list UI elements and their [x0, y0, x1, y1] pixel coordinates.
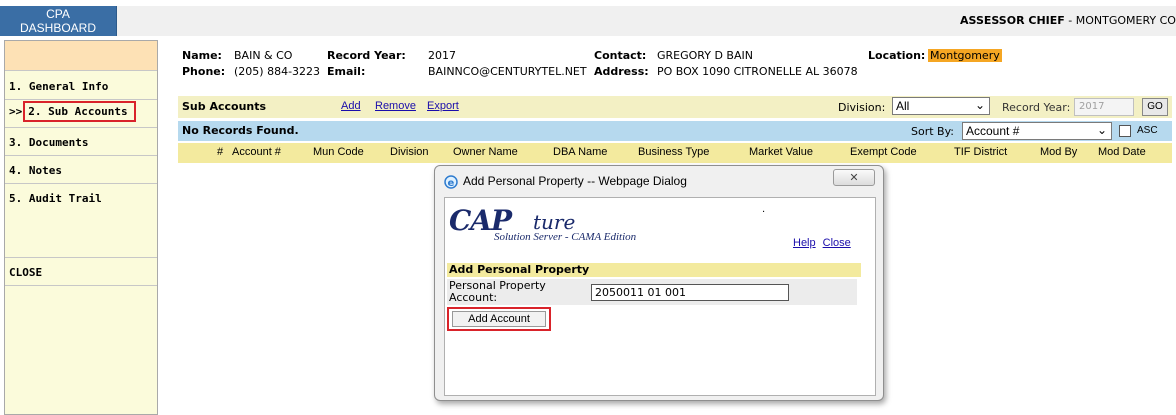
- sidebar-item-sub-accounts[interactable]: >> 2. Sub Accounts: [5, 100, 157, 128]
- record-year-label: Record Year:: [327, 49, 406, 62]
- contact-value: GREGORY D BAIN: [657, 49, 753, 62]
- user-role: ASSESSOR CHIEF - MONTGOMERY CO: [960, 14, 1176, 27]
- name-label: Name:: [182, 49, 222, 62]
- phone-label: Phone:: [182, 65, 226, 78]
- remove-link[interactable]: Remove: [375, 100, 416, 112]
- account-field-label: Personal Property Account:: [449, 279, 546, 304]
- no-records-text: No Records Found.: [182, 124, 299, 137]
- column-header[interactable]: TIF District: [954, 146, 1007, 158]
- dialog-close-button[interactable]: ✕: [833, 169, 875, 186]
- sub-accounts-toolbar: Sub Accounts Add Remove Export Division:…: [178, 96, 1172, 118]
- sidebar-item-notes[interactable]: 4. Notes: [5, 156, 157, 184]
- sort-by-selected: Account #: [966, 124, 1020, 138]
- contact-label: Contact:: [594, 49, 647, 62]
- column-header[interactable]: Exempt Code: [850, 146, 917, 158]
- column-header[interactable]: Mun Code: [313, 146, 364, 158]
- personal-property-account-input[interactable]: 2050011 01 001: [591, 284, 789, 301]
- sub-accounts-title: Sub Accounts: [182, 100, 267, 113]
- sidebar-item-label: 4. Notes: [9, 164, 62, 177]
- name-value: BAIN & CO: [234, 49, 293, 62]
- role-org: - MONTGOMERY CO: [1064, 14, 1176, 27]
- record-year-value: 2017: [428, 49, 456, 62]
- top-bar: CPA DASHBOARD ASSESSOR CHIEF - MONTGOMER…: [0, 6, 1176, 36]
- go-button[interactable]: GO: [1142, 98, 1168, 116]
- sort-by-select[interactable]: Account # ⌄: [962, 122, 1112, 140]
- section-title: Add Personal Property: [447, 263, 861, 277]
- sidebar-item-label: 2. Sub Accounts: [23, 101, 136, 122]
- column-header[interactable]: Mod By: [1040, 146, 1077, 158]
- column-header[interactable]: Mod Date: [1098, 146, 1146, 158]
- address-label: Address:: [594, 65, 649, 78]
- column-header[interactable]: Division: [390, 146, 429, 158]
- status-bar: No Records Found. Sort By: Account # ⌄ A…: [178, 121, 1172, 141]
- column-header[interactable]: Account #: [232, 146, 281, 158]
- column-header[interactable]: DBA Name: [553, 146, 607, 158]
- email-label: Email:: [327, 65, 366, 78]
- sidebar-item-documents[interactable]: 3. Documents: [5, 128, 157, 156]
- add-link[interactable]: Add: [341, 100, 361, 112]
- location-value: Montgomery: [928, 49, 1002, 62]
- column-header[interactable]: Business Type: [638, 146, 709, 158]
- export-link[interactable]: Export: [427, 100, 459, 112]
- help-links: Help Close: [793, 236, 851, 249]
- record-year-input[interactable]: 2017: [1074, 98, 1134, 116]
- role-title: ASSESSOR CHIEF: [960, 14, 1065, 27]
- phone-value: (205) 884-3223: [234, 65, 321, 78]
- logo-subtitle: Solution Server - CAMA Edition: [494, 231, 637, 243]
- division-selected: All: [896, 99, 910, 113]
- table-header: # Account # Mun Code Division Owner Name…: [178, 143, 1172, 163]
- add-account-button[interactable]: Add Account: [452, 311, 546, 327]
- chevron-down-icon: ⌄: [1096, 123, 1107, 137]
- sidebar-item-audit-trail[interactable]: 5. Audit Trail: [5, 184, 157, 258]
- add-personal-property-dialog: e Add Personal Property -- Webpage Dialo…: [434, 165, 884, 401]
- svg-text:e: e: [448, 178, 455, 189]
- chevron-down-icon: ⌄: [974, 98, 985, 112]
- account-field-row: Personal Property Account: 2050011 01 00…: [447, 279, 857, 305]
- close-link[interactable]: Close: [823, 237, 851, 249]
- dashboard-label-line1: CPA: [46, 7, 70, 21]
- column-header[interactable]: #: [217, 146, 223, 158]
- sidebar-item-close[interactable]: CLOSE: [5, 258, 157, 286]
- close-icon: ✕: [849, 171, 859, 184]
- column-header[interactable]: Owner Name: [453, 146, 518, 158]
- asc-label: ASC: [1137, 125, 1158, 136]
- dialog-body: CAP ture Solution Server - CAMA Edition …: [444, 197, 876, 396]
- location-label: Location:: [868, 49, 926, 62]
- dashboard-label-line2: DASHBOARD: [19, 21, 96, 35]
- column-header[interactable]: Market Value: [749, 146, 813, 158]
- sidebar-item-label: 3. Documents: [9, 136, 89, 149]
- division-select[interactable]: All ⌄: [892, 97, 990, 115]
- sidebar: 1. General Info >> 2. Sub Accounts 3. Doc…: [4, 40, 158, 415]
- stray-dot: .: [762, 204, 766, 215]
- sort-by-label: Sort By:: [911, 125, 955, 138]
- sidebar-item-general-info[interactable]: 1. General Info: [5, 72, 157, 100]
- asc-checkbox[interactable]: [1119, 125, 1131, 137]
- address-value: PO BOX 1090 CITRONELLE AL 36078: [657, 65, 858, 78]
- dialog-title: Add Personal Property -- Webpage Dialog: [463, 174, 687, 188]
- sidebar-item-label: 1. General Info: [9, 80, 109, 93]
- sidebar-item-label: 5. Audit Trail: [9, 192, 102, 205]
- add-account-highlight: Add Account: [447, 307, 551, 331]
- filter-record-year-label: Record Year:: [1002, 101, 1071, 114]
- current-arrow: >>: [9, 105, 23, 118]
- division-label: Division:: [838, 101, 886, 114]
- sidebar-item-label: CLOSE: [9, 266, 43, 279]
- email-value: BAINNCO@CENTURYTEL.NET: [428, 65, 587, 78]
- help-link[interactable]: Help: [793, 237, 816, 249]
- sidebar-header: [5, 41, 157, 71]
- cpa-dashboard-button[interactable]: CPA DASHBOARD: [0, 6, 117, 36]
- internet-explorer-icon: e: [444, 175, 458, 189]
